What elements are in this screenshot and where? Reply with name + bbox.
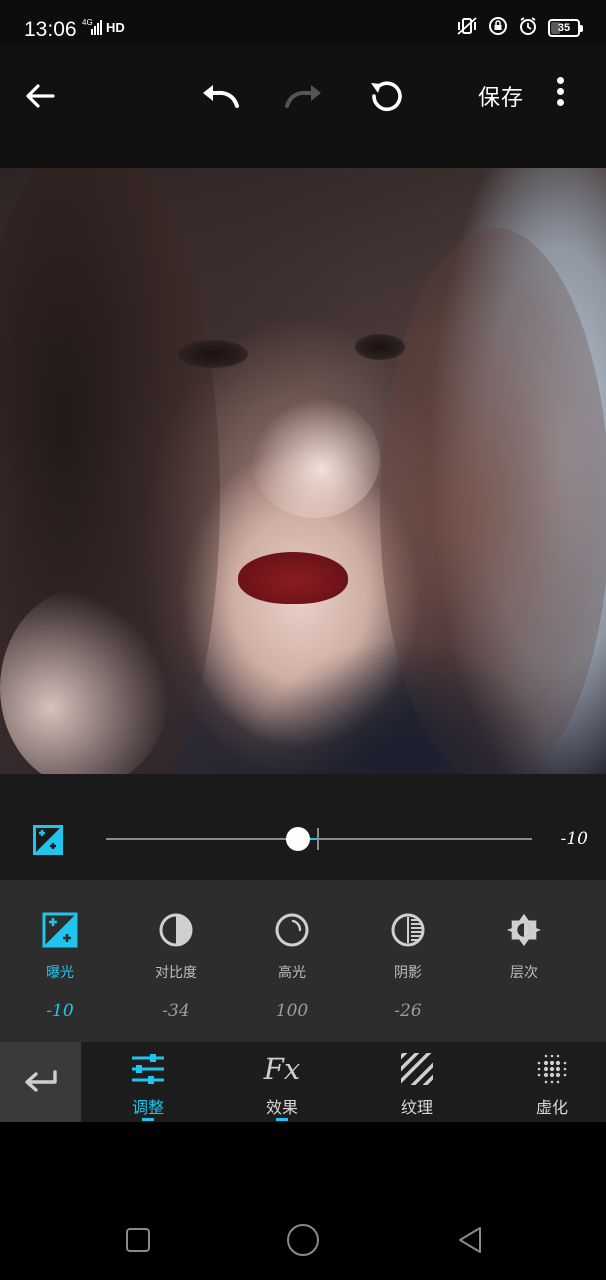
lock-icon: [488, 16, 508, 40]
exposure-icon: [33, 825, 63, 859]
back-button[interactable]: [18, 74, 62, 118]
tool-structure[interactable]: 层次: [464, 880, 584, 1042]
circle-icon: [287, 1224, 319, 1256]
battery-level: 35: [557, 22, 571, 34]
alarm-icon: [518, 16, 538, 40]
highlight-icon: [274, 912, 310, 948]
tool-value: 100: [275, 1001, 309, 1021]
texture-icon: [397, 1052, 437, 1086]
network-type: 4G: [82, 18, 93, 27]
blur-dot: [543, 1072, 549, 1078]
slider-thumb[interactable]: [285, 827, 310, 851]
tab-label: 纹理: [400, 1098, 433, 1117]
tool-shadows[interactable]: 阴影 -26: [348, 880, 468, 1042]
photo-preview[interactable]: [0, 168, 606, 774]
tab-label: 效果: [265, 1098, 298, 1117]
blur-dot: [537, 1061, 541, 1065]
sliders-icon: [128, 1052, 168, 1086]
tool-value: -26: [394, 1001, 422, 1021]
tool-exposure[interactable]: 曝光 -10: [0, 880, 120, 1042]
redo-button[interactable]: [282, 74, 326, 118]
blur-dot: [563, 1073, 567, 1077]
brightness-icon: [506, 912, 542, 948]
undo-icon: [203, 85, 239, 108]
blur-dot: [563, 1061, 567, 1065]
return-button[interactable]: [0, 1042, 81, 1122]
signal-icon: 4G: [82, 18, 104, 36]
tool-value: -34: [162, 1001, 190, 1021]
tool-value: -10: [46, 1001, 74, 1021]
tab-label: 虚化: [535, 1098, 568, 1117]
blur-dot: [555, 1066, 561, 1072]
slider-value: -10: [560, 829, 588, 849]
tool-label: 曝光: [46, 965, 74, 981]
blur-dot: [550, 1054, 554, 1058]
refresh-icon: [371, 81, 402, 112]
fx-icon: Fx: [263, 1052, 301, 1086]
blur-dot: [537, 1073, 541, 1077]
shadow-icon: [390, 912, 426, 948]
square-icon: [126, 1228, 150, 1252]
bottom-tabs: 调整 Fx 效果 纹理 虚化: [0, 1042, 606, 1122]
blur-dot: [543, 1066, 549, 1072]
undo-button[interactable]: [198, 74, 242, 118]
status-time: 13:06: [24, 18, 77, 41]
tool-label: 对比度: [155, 965, 197, 981]
tool-highlights[interactable]: 高光 100: [232, 880, 352, 1042]
blur-dot: [563, 1067, 567, 1071]
blur-dot: [555, 1072, 561, 1078]
adjust-slider-area: -10: [0, 774, 606, 880]
tab-effects-indicator: [276, 1118, 288, 1121]
return-icon: [24, 1070, 57, 1092]
tab-effects[interactable]: Fx 效果: [215, 1042, 349, 1122]
blur-dot: [543, 1060, 549, 1066]
blur-dot: [549, 1072, 555, 1078]
save-button[interactable]: 保存: [478, 80, 524, 112]
reset-button[interactable]: [364, 74, 408, 118]
tab-label: 调整: [131, 1098, 164, 1117]
blur-dot: [544, 1080, 548, 1084]
triangle-back-icon: [459, 1227, 481, 1253]
vibrate-icon: [456, 16, 478, 40]
tool-label: 层次: [510, 965, 538, 981]
slider-center-mark: [317, 828, 319, 850]
tab-active-indicator: [142, 1118, 154, 1121]
blur-dot: [556, 1054, 560, 1058]
exposure-icon: [42, 912, 78, 948]
redo-icon: [285, 85, 321, 108]
slider-track[interactable]: [106, 838, 532, 840]
tool-label: 阴影: [394, 965, 422, 981]
recent-apps-button[interactable]: [120, 1222, 156, 1258]
blur-dot: [550, 1080, 554, 1084]
status-bar: 13:06 4G HD 35: [0, 0, 606, 44]
battery-icon: 35: [548, 19, 583, 37]
contrast-icon: [158, 912, 194, 948]
adjust-tools-row: 曝光 -10 对比度 -34 高光 100 阴影 -26 层次: [0, 880, 606, 1042]
hd-badge: HD: [106, 20, 125, 35]
arrow-left-icon: [26, 84, 55, 108]
tab-blur[interactable]: 虚化: [485, 1042, 606, 1122]
blur-dot: [549, 1060, 555, 1066]
blur-dot: [556, 1080, 560, 1084]
more-vertical-icon[interactable]: [552, 77, 568, 109]
tool-contrast[interactable]: 对比度 -34: [116, 880, 236, 1042]
blur-dot: [555, 1060, 561, 1066]
nav-back-button[interactable]: [452, 1222, 488, 1258]
tab-texture[interactable]: 纹理: [350, 1042, 484, 1122]
editor-toolbar: 保存: [0, 44, 606, 168]
blur-icon: [532, 1052, 572, 1086]
tab-adjust[interactable]: 调整: [81, 1042, 215, 1122]
home-button[interactable]: [285, 1222, 321, 1258]
blur-dot: [549, 1066, 555, 1072]
blur-dot: [537, 1067, 541, 1071]
blur-dot: [544, 1054, 548, 1058]
tool-label: 高光: [278, 965, 306, 981]
